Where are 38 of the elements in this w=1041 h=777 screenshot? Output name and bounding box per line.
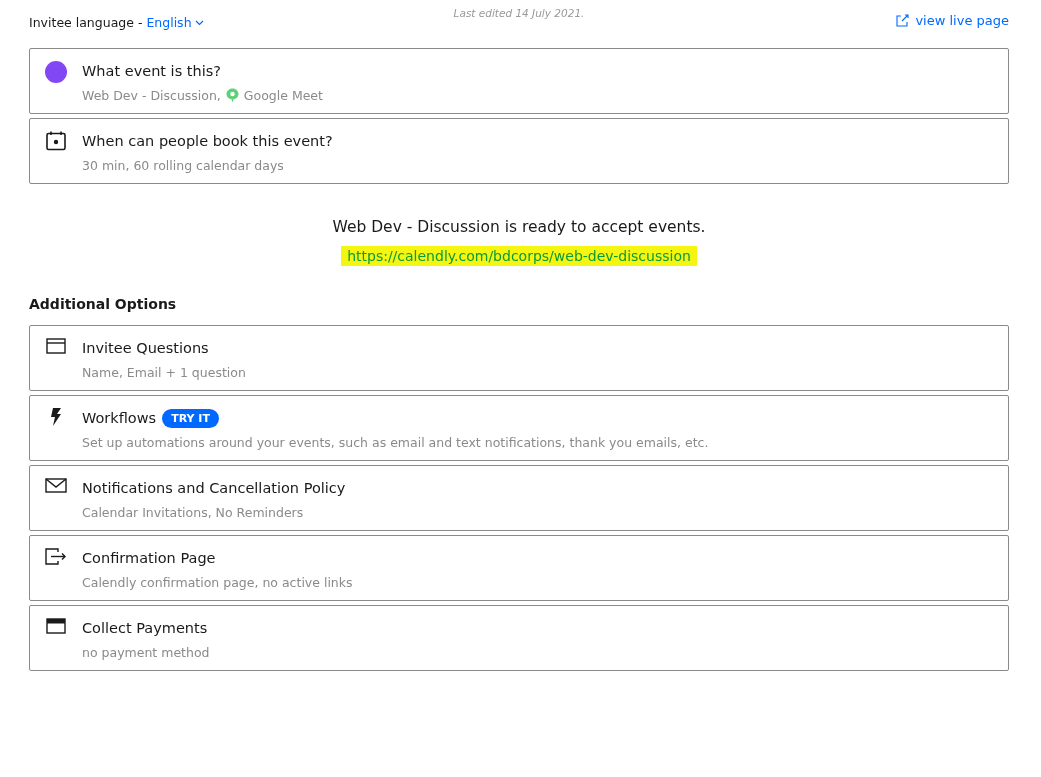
external-link-icon [896,14,910,27]
try-it-badge[interactable]: TRY IT [162,408,219,428]
view-live-page-link[interactable]: view live page [896,13,1009,28]
ready-message: Web Dev - Discussion is ready to accept events. [332,218,706,236]
card-subtitle: no payment method [82,645,210,660]
card-title: Notifications and Cancellation Policy [82,480,346,496]
card-subtitle: 30 min, 60 rolling calendar days [82,158,284,173]
settings-card[interactable]: Collect Payments no payment method [29,605,1009,671]
envelope-icon [45,478,67,493]
language-dropdown[interactable]: English [146,15,204,30]
settings-card[interactable]: Invitee Questions Name, Email + 1 question [29,325,1009,391]
card-title: Workflows [82,410,157,426]
card-subtitle: Web Dev - Discussion, [82,88,221,103]
card-title: Invitee Questions [82,340,209,356]
location-text: Google Meet [243,88,323,103]
card-subtitle: Set up automations around your events, such as email and text notifications, thank you emails, etc. [82,435,709,450]
language-label: Invitee language - [29,15,143,30]
settings-card[interactable]: What event is this? Web Dev - Discussion, Google Meet [29,48,1009,114]
card-subtitle: Calendly confirmation page, no active links [82,575,353,590]
settings-card[interactable]: Workflows TRY IT Set up automations around your events, such as email and text notifications, thank you emails, etc. [29,395,1009,461]
card-title: Confirmation Page [82,550,216,566]
exit-arrow-icon [45,548,67,565]
card-title: Collect Payments [82,620,208,636]
settings-card[interactable]: When can people book this event? 30 min, 60 rolling calendar days [29,118,1009,184]
card-title: When can people book this event? [82,133,333,149]
section-heading: Additional Options [29,296,178,312]
window-icon [46,338,66,354]
settings-card[interactable]: Notifications and Cancellation Policy Calendar Invitations, No Reminders [29,465,1009,531]
last-edited-text: Last edited 14 July 2021. [452,6,586,21]
lightning-icon [50,408,62,426]
chevron-down-icon [194,19,204,26]
speech-bubble-icon [225,88,239,103]
card-subtitle: Name, Email + 1 question [82,365,246,380]
credit-card-icon [46,618,66,634]
calendar-icon [46,131,66,151]
settings-card[interactable]: Confirmation Page Calendly confirmation page, no active links [29,535,1009,601]
card-subtitle: Calendar Invitations, No Reminders [82,505,304,520]
card-title: What event is this? [82,63,221,79]
